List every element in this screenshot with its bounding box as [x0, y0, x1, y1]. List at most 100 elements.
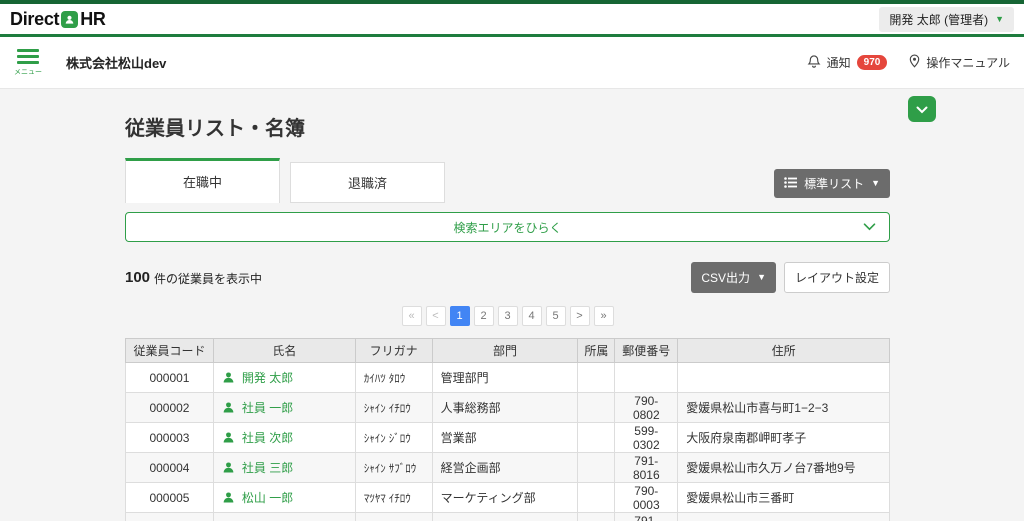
main-content: 従業員リスト・名簿 在職中 退職済 標準リスト ▼ 検索エリアをひらく 100 … — [0, 89, 1024, 521]
company-name: 株式会社松山dev — [66, 56, 167, 71]
cell-postal — [614, 362, 679, 393]
cell-code: 000003 — [125, 422, 214, 453]
tab-label: 退職済 — [347, 176, 387, 191]
cell-department: マーケティング部 — [431, 482, 579, 513]
layout-settings-button[interactable]: レイアウト設定 — [783, 262, 890, 293]
hamburger-icon — [17, 48, 39, 64]
manual-label: 操作マニュアル — [926, 56, 1010, 70]
person-icon — [222, 491, 235, 504]
table-header-name: 氏名 — [212, 338, 356, 363]
tab-active-employees[interactable]: 在職中 — [125, 158, 280, 203]
table-header-postal: 郵便番号 — [614, 338, 679, 363]
bell-icon — [807, 54, 821, 72]
tabs-row: 在職中 退職済 標準リスト ▼ — [125, 158, 890, 203]
page-button-5[interactable]: 5 — [545, 306, 566, 326]
cell-code: 000005 — [125, 482, 214, 513]
list-actions: CSV出力 ▼ レイアウト設定 — [691, 262, 890, 293]
cell-postal: 790-0003 — [614, 482, 679, 513]
employee-name-link[interactable]: 社員 一郎 — [222, 399, 347, 416]
cell-department: 経営企画部 — [431, 452, 579, 483]
menu-button[interactable]: メニュー — [14, 48, 42, 77]
table-row: 000005 松山 一郎 ﾏﾂﾔﾏ ｲﾁﾛｳ マーケティング部 790-0003 愛媛県松… — [125, 482, 890, 513]
notification-button[interactable]: 通知 970 — [807, 54, 888, 72]
table-header-department: 部門 — [431, 338, 579, 363]
cell-name: 社員 三郎 — [212, 452, 356, 483]
table-header-row: 従業員コード 氏名 フリガナ 部門 所属 郵便番号 住所 — [125, 338, 890, 363]
cell-kana: ﾏﾂﾔﾏ ｲﾁﾛｳ — [354, 482, 433, 513]
cell-code: 000006 — [125, 512, 214, 521]
employee-name-link[interactable]: 開発 太郎 — [222, 369, 347, 386]
cell-address: 大阪府泉南郡岬町孝子 — [677, 422, 890, 453]
cell-group — [577, 482, 616, 513]
cell-group — [577, 392, 616, 423]
cell-group — [577, 512, 616, 521]
cell-name: 社員 次郎 — [212, 422, 356, 453]
pagination-next[interactable]: > — [569, 306, 590, 326]
chevron-down-icon — [916, 102, 928, 117]
chevron-down-icon: ▼ — [995, 13, 1004, 24]
cell-code: 000002 — [125, 392, 214, 423]
table-row: 000006社員 五郎ｼｬｲﾝ ｺﾞﾛｳ企画開発部 791-8006愛媛県松山市安… — [125, 512, 890, 521]
table-header-group: 所属 — [577, 338, 616, 363]
cell-name: 社員 一郎 — [212, 392, 356, 423]
page-button-2[interactable]: 2 — [473, 306, 494, 326]
table-row: 000004 社員 三郎 ｼｬｲﾝ ｻﾌﾞﾛｳ 経営企画部 791-8016 愛媛県松山市… — [125, 452, 890, 483]
cell-group — [577, 422, 616, 453]
employee-count: 100 — [125, 269, 151, 286]
cell-kana: ｶｲﾊﾂ ﾀﾛｳ — [354, 362, 433, 393]
cell-address: 愛媛県松山市安城寺町1−2−3 — [677, 512, 890, 521]
content-container: 従業員リスト・名簿 在職中 退職済 標準リスト ▼ 検索エリアをひらく 100 … — [125, 112, 890, 521]
pagination-prev[interactable]: < — [425, 306, 446, 326]
cell-name: 松山 一郎 — [212, 482, 356, 513]
list-icon — [784, 176, 798, 191]
cell-group — [577, 452, 616, 483]
table-header-address: 住所 — [677, 338, 890, 363]
logo-text-direct: Direct — [10, 8, 60, 29]
cell-address: 愛媛県松山市三番町 — [677, 482, 890, 513]
page-button-4[interactable]: 4 — [521, 306, 542, 326]
user-menu[interactable]: 開発 太郎 (管理者) ▼ — [879, 6, 1014, 32]
cell-kana: ｼｬｲﾝ ｲﾁﾛｳ — [354, 392, 433, 423]
cell-name: 社員 五郎 — [212, 512, 356, 521]
menu-label: メニュー — [14, 68, 42, 76]
cell-code: 000004 — [125, 452, 214, 483]
cell-kana: ｼｬｲﾝ ｺﾞﾛｳ — [354, 512, 433, 521]
employee-table-body: 000001 開発 太郎 ｶｲﾊﾂ ﾀﾛｳ 管理部門 000002 社員 一郎 ｼｬｲﾝ ｲ… — [125, 362, 890, 521]
search-area-toggle[interactable]: 検索エリアをひらく — [125, 212, 890, 242]
logo-icon — [61, 10, 79, 28]
csv-export-label: CSV出力 — [701, 271, 751, 285]
pagination-last[interactable]: » — [593, 306, 614, 326]
page-button-3[interactable]: 3 — [497, 306, 518, 326]
cell-postal: 791-8006 — [614, 512, 679, 521]
list-type-button[interactable]: 標準リスト ▼ — [774, 169, 890, 198]
csv-export-button[interactable]: CSV出力 ▼ — [691, 262, 776, 293]
cell-address — [677, 362, 890, 393]
page-title: 従業員リスト・名簿 — [125, 118, 305, 140]
employee-name-text: 松山 一郎 — [241, 491, 294, 505]
employee-name-link[interactable]: 松山 一郎 — [222, 489, 347, 506]
toolbar-right: 通知 970 操作マニュアル — [807, 54, 1010, 72]
tab-retired-employees[interactable]: 退職済 — [290, 162, 445, 203]
sub-header: メニュー 株式会社松山dev 通知 970 操作マニュアル — [0, 37, 1024, 89]
employee-name-link[interactable]: 社員 次郎 — [222, 429, 347, 446]
app-header: Direct HR 開発 太郎 (管理者) ▼ — [0, 4, 1024, 34]
employee-name-text: 社員 三郎 — [241, 461, 294, 475]
collapse-panel-button[interactable] — [908, 96, 936, 122]
cell-name: 開発 太郎 — [212, 362, 356, 393]
table-row: 000001 開発 太郎 ｶｲﾊﾂ ﾀﾛｳ 管理部門 — [125, 362, 890, 393]
cell-postal: 599-0302 — [614, 422, 679, 453]
notification-label: 通知 — [826, 56, 851, 70]
pagination-first[interactable]: « — [401, 306, 422, 326]
employee-name-text: 社員 一郎 — [241, 401, 294, 415]
page-button-1[interactable]: 1 — [449, 306, 470, 326]
app-root: Direct HR 開発 太郎 (管理者) ▼ メニュー 株式会社松山dev 通… — [0, 0, 1024, 521]
count-row: 100 件の従業員を表示中 CSV出力 ▼ レイアウト設定 — [125, 262, 890, 293]
employee-name-text: 社員 次郎 — [241, 431, 294, 445]
cell-department: 人事総務部 — [431, 392, 579, 423]
manual-link[interactable]: 操作マニュアル — [909, 54, 1010, 71]
employee-name-link[interactable]: 社員 三郎 — [222, 459, 347, 476]
cell-postal: 790-0802 — [614, 392, 679, 423]
logo-text-hr: HR — [80, 8, 106, 29]
table-header-kana: フリガナ — [354, 338, 433, 363]
table-row: 000003 社員 次郎 ｼｬｲﾝ ｼﾞﾛｳ 営業部 599-0302 大阪府泉南郡岬町孝… — [125, 422, 890, 453]
